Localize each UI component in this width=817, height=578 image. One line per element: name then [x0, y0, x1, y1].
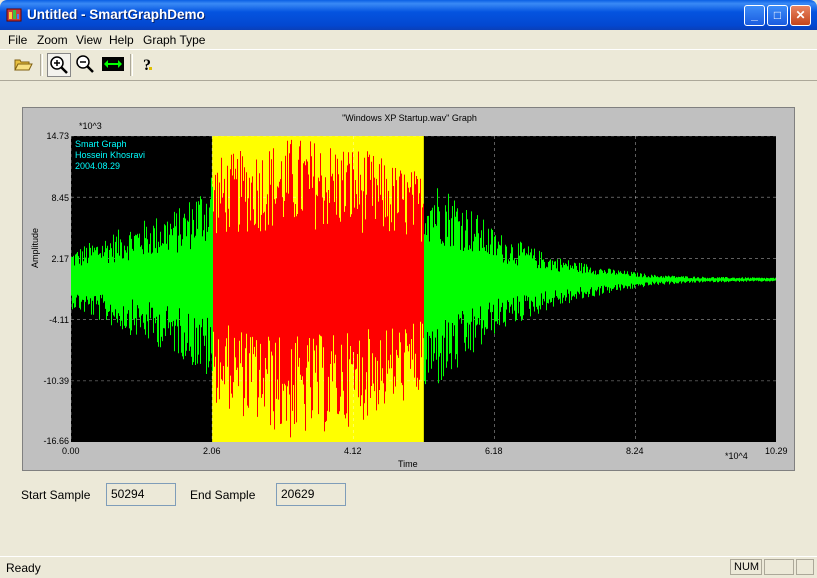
menu-graph-type[interactable]: Graph Type	[143, 33, 205, 47]
x-tick-label: 0.00	[62, 446, 80, 456]
resize-grip[interactable]	[796, 559, 814, 575]
y-tick-label: 8.45	[51, 193, 69, 203]
menu-file[interactable]: File	[8, 33, 27, 47]
title-bar[interactable]: Untitled - SmartGraphDemo _ □ ✕	[0, 0, 817, 30]
menu-bar: File Zoom View Help Graph Type	[0, 30, 817, 49]
waveform-plot[interactable]	[71, 136, 776, 442]
start-sample-field[interactable]: 50294	[106, 483, 176, 506]
status-pane-empty	[764, 559, 794, 575]
num-lock-indicator: NUM	[730, 559, 762, 575]
x-tick-label: 6.18	[485, 446, 503, 456]
x-tick-label: 8.24	[626, 446, 644, 456]
help-button[interactable]: ?	[136, 53, 160, 77]
zoom-in-button[interactable]	[47, 53, 71, 77]
toolbar-separator	[40, 54, 43, 76]
plot-area[interactable]: Smart Graph Hossein Khosravi 2004.08.29	[71, 136, 776, 442]
question-mark-icon: ?	[143, 57, 152, 74]
status-bar: Ready NUM	[0, 556, 817, 578]
menu-zoom[interactable]: Zoom	[37, 33, 68, 47]
zoom-out-button[interactable]	[74, 53, 98, 77]
window-title: Untitled - SmartGraphDemo	[27, 7, 205, 22]
folder-open-icon	[14, 59, 33, 71]
end-sample-field[interactable]: 20629	[276, 483, 346, 506]
x-tick-label: 4.12	[344, 446, 362, 456]
close-button[interactable]: ✕	[790, 5, 811, 26]
app-icon	[6, 8, 22, 22]
watermark: Smart Graph Hossein Khosravi 2004.08.29	[75, 139, 145, 172]
minimize-button[interactable]: _	[744, 5, 765, 26]
menu-view[interactable]: View	[76, 33, 102, 47]
watermark-line: Hossein Khosravi	[75, 150, 146, 160]
y-tick-label: 14.73	[46, 131, 69, 141]
y-axis-label: Amplitude	[30, 227, 40, 268]
y-tick-label: -16.66	[43, 436, 69, 446]
y-multiplier-label: *10^3	[79, 121, 102, 131]
start-sample-label: Start Sample	[21, 488, 91, 502]
status-text: Ready	[6, 561, 41, 575]
x-tick-label: 2.06	[203, 446, 221, 456]
x-tick-label: 10.29	[765, 446, 788, 456]
menu-help[interactable]: Help	[109, 33, 134, 47]
watermark-line: Smart Graph	[75, 139, 127, 149]
svg-text:?: ?	[143, 57, 151, 74]
watermark-line: 2004.08.29	[75, 161, 121, 171]
toolbar: ?	[0, 49, 817, 81]
toolbar-separator	[130, 54, 133, 76]
horizontal-arrows-icon	[102, 57, 124, 71]
x-multiplier-label: *10^4	[725, 451, 748, 461]
maximize-button[interactable]: □	[767, 5, 788, 26]
end-sample-label: End Sample	[190, 488, 256, 502]
x-axis-label: Time	[398, 459, 418, 469]
magnifier-minus-icon	[76, 55, 94, 73]
y-tick-label: -4.11	[49, 315, 69, 325]
open-button[interactable]	[12, 53, 36, 77]
fit-width-button[interactable]	[101, 53, 125, 77]
y-tick-label: -10.39	[43, 376, 69, 386]
graph-title: "Windows XP Startup.wav" Graph	[342, 113, 477, 123]
magnifier-plus-icon	[50, 56, 68, 74]
